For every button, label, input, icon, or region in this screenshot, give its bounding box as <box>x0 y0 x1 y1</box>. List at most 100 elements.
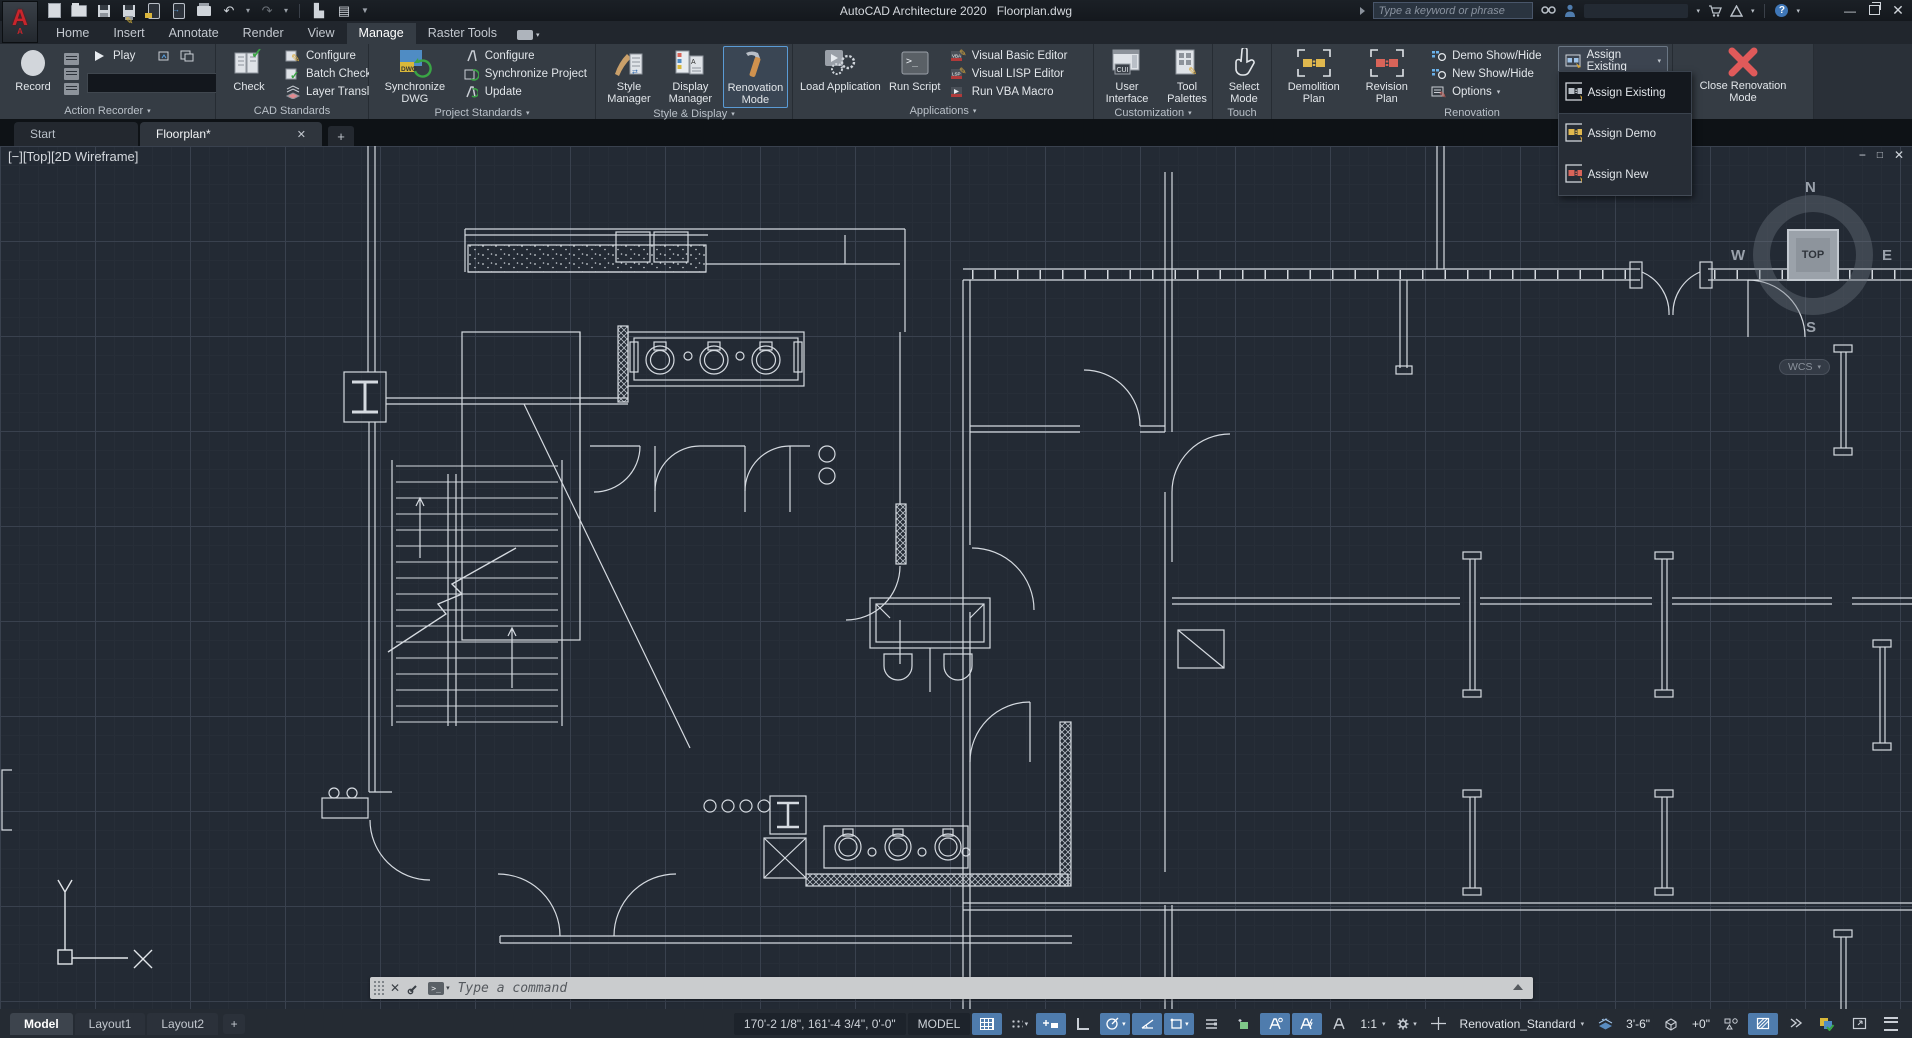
grid-toggle-button[interactable] <box>972 1013 1002 1035</box>
offset-value[interactable]: +0" <box>1688 1017 1714 1031</box>
autoscale-button[interactable] <box>1292 1013 1322 1035</box>
visual-basic-editor-button[interactable]: VBA✎ Visual Basic Editor <box>946 47 1072 64</box>
osnap-dropdown-icon[interactable]: ▾ <box>1185 1020 1189 1028</box>
close-renovation-mode-button[interactable]: Close Renovation Mode <box>1688 46 1798 104</box>
lineweight-button[interactable] <box>1196 1013 1226 1035</box>
open-file-button[interactable] <box>71 3 87 18</box>
undo-button[interactable]: ↶ <box>221 3 237 18</box>
tool-palettes-button[interactable]: ✎ Tool Palettes <box>1158 46 1216 106</box>
menu-item-assign-new[interactable]: Assign New <box>1559 154 1691 195</box>
select-mode-button[interactable]: Select Mode <box>1217 46 1271 106</box>
layout-tab-layout2[interactable]: Layout2 <box>147 1013 218 1035</box>
panel-label-action-recorder[interactable]: Action Recorder▾ <box>0 102 215 119</box>
load-application-button[interactable]: Load Application <box>797 46 884 102</box>
renovation-standard-selector[interactable]: Renovation_Standard▾ <box>1456 1017 1589 1031</box>
hatch-background-button[interactable] <box>1748 1013 1778 1035</box>
snap-mode-button[interactable]: ▾ <box>1004 1013 1034 1035</box>
workspace-switching-button[interactable]: ▾ <box>1392 1013 1422 1035</box>
new-drawing-tab-button[interactable]: + <box>328 126 354 146</box>
search-expand-icon[interactable] <box>1360 7 1365 15</box>
polar-tracking-button[interactable]: ▾ <box>1100 1013 1130 1035</box>
viewport-minimize-icon[interactable]: − <box>1859 148 1866 162</box>
new-file-button[interactable] <box>46 3 62 18</box>
demo-show-hide-button[interactable]: Demo Show/Hide <box>1426 47 1545 64</box>
record-button[interactable]: Record <box>4 46 62 102</box>
viewport-close-icon[interactable]: ✕ <box>1894 148 1904 162</box>
autodesk-a360-icon[interactable] <box>1730 3 1743 19</box>
clean-screen-button[interactable] <box>1844 1013 1874 1035</box>
tab-annotate[interactable]: Annotate <box>157 23 231 44</box>
viewport-controls-label[interactable]: [−][Top][2D Wireframe] <box>8 149 138 164</box>
user-interface-button[interactable]: CUI User Interface <box>1098 46 1156 106</box>
recent-commands-dropdown-icon[interactable]: ▾ <box>446 984 450 992</box>
panel-label-touch[interactable]: Touch <box>1213 106 1271 119</box>
menu-item-assign-demo[interactable]: Assign Demo <box>1559 113 1691 154</box>
tab-view[interactable]: View <box>296 23 347 44</box>
isolate-objects-button[interactable] <box>1812 1013 1842 1035</box>
command-close-icon[interactable]: ✕ <box>390 981 400 995</box>
insert-base-point-icon[interactable] <box>64 83 79 95</box>
new-show-hide-button[interactable]: New Show/Hide <box>1426 65 1545 82</box>
help-search-input[interactable] <box>1373 2 1533 19</box>
panel-label-applications[interactable]: Applications▾ <box>793 102 1093 119</box>
manage-action-macros-icon[interactable] <box>178 48 195 63</box>
project-configure-button[interactable]: Configure <box>459 47 591 64</box>
panel-label-project-standards[interactable]: Project Standards▾ <box>369 106 595 119</box>
dynamic-input-button[interactable] <box>1036 1013 1066 1035</box>
panel-label-customization[interactable]: Customization▾ <box>1094 106 1212 119</box>
command-wrench-icon[interactable] <box>407 982 420 995</box>
polar-dropdown-icon[interactable]: ▾ <box>1122 1020 1126 1028</box>
a360-dropdown-icon[interactable]: ▾ <box>1751 3 1755 19</box>
ortho-mode-button[interactable] <box>1068 1013 1098 1035</box>
media-tab-button[interactable]: ▾ <box>517 30 540 44</box>
recent-commands-icon[interactable]: >_ <box>428 982 444 995</box>
sign-in-menu[interactable] <box>1584 4 1688 18</box>
display-manager-button[interactable]: A Display Manager <box>660 46 721 108</box>
fade-control-button[interactable] <box>1780 1013 1810 1035</box>
sign-in-icon[interactable] <box>1564 3 1576 19</box>
menu-item-assign-existing[interactable]: Assign Existing <box>1559 72 1691 113</box>
visual-lisp-editor-button[interactable]: LSP✎ Visual LISP Editor <box>946 65 1072 82</box>
tab-render[interactable]: Render <box>231 23 296 44</box>
style-manager-button[interactable]: ⇄ Style Manager <box>600 46 658 108</box>
renovation-mode-button[interactable]: Renovation Mode <box>723 46 788 108</box>
annotation-visibility-button[interactable] <box>1260 1013 1290 1035</box>
layout-tab-model[interactable]: Model <box>10 1013 73 1035</box>
properties-palette-button[interactable]: ▤ <box>336 3 352 18</box>
new-layout-button[interactable]: + <box>223 1014 245 1034</box>
snap-dropdown-icon[interactable]: ▾ <box>1025 1020 1029 1028</box>
restore-window-button[interactable] <box>1866 4 1882 18</box>
viewcube[interactable]: N S W E TOP WCS ▾ <box>1735 181 1890 391</box>
undo-dropdown-icon[interactable]: ▾ <box>246 6 250 15</box>
renovation-options-button[interactable]: ✎ Options ▾ <box>1426 83 1545 100</box>
viewcube-south[interactable]: S <box>1806 319 1816 336</box>
demolition-plan-button[interactable]: Demolition Plan <box>1276 46 1351 106</box>
panel-label-cad-standards[interactable]: CAD Standards <box>216 102 368 119</box>
transparency-button[interactable] <box>1228 1013 1258 1035</box>
tab-home[interactable]: Home <box>44 23 101 44</box>
save-button[interactable] <box>96 3 112 18</box>
insert-user-message-icon[interactable] <box>64 68 79 80</box>
object-snap-button[interactable]: ▾ <box>1164 1013 1194 1035</box>
viewcube-top-face[interactable]: TOP <box>1787 229 1839 281</box>
annotation-scale-value[interactable]: 1:1▾ <box>1356 1017 1389 1031</box>
open-from-mobile-button[interactable] <box>146 3 162 18</box>
tab-raster-tools[interactable]: Raster Tools <box>416 23 509 44</box>
annotation-scale-button[interactable] <box>1324 1013 1354 1035</box>
viewport-restore-icon[interactable]: □ <box>1877 150 1883 161</box>
file-tab-floorplan[interactable]: Floorplan* ✕ <box>140 122 322 146</box>
update-standards-button[interactable]: Update <box>459 83 591 100</box>
redo-dropdown-icon[interactable]: ▾ <box>284 6 288 15</box>
synchronize-project-button[interactable]: Synchronize Project <box>459 65 591 82</box>
layout-tab-layout1[interactable]: Layout1 <box>75 1013 146 1035</box>
command-grip-handle[interactable] <box>373 980 385 996</box>
minimize-window-button[interactable]: — <box>1842 4 1858 18</box>
assign-dropdown-icon[interactable]: ▾ <box>1657 57 1661 65</box>
search-icon[interactable] <box>1541 3 1556 19</box>
action-macro-combobox[interactable]: ▾ <box>87 73 237 93</box>
coordinates-readout[interactable]: 170'-2 1/8", 161'-4 3/4", 0'-0" <box>734 1013 906 1035</box>
layer-key-overrides-button[interactable] <box>1590 1013 1620 1035</box>
sheet-set-manager-button[interactable]: ▙ <box>311 3 327 18</box>
close-window-button[interactable]: ✕ <box>1890 2 1906 19</box>
redo-button[interactable]: ↷ <box>259 3 275 18</box>
